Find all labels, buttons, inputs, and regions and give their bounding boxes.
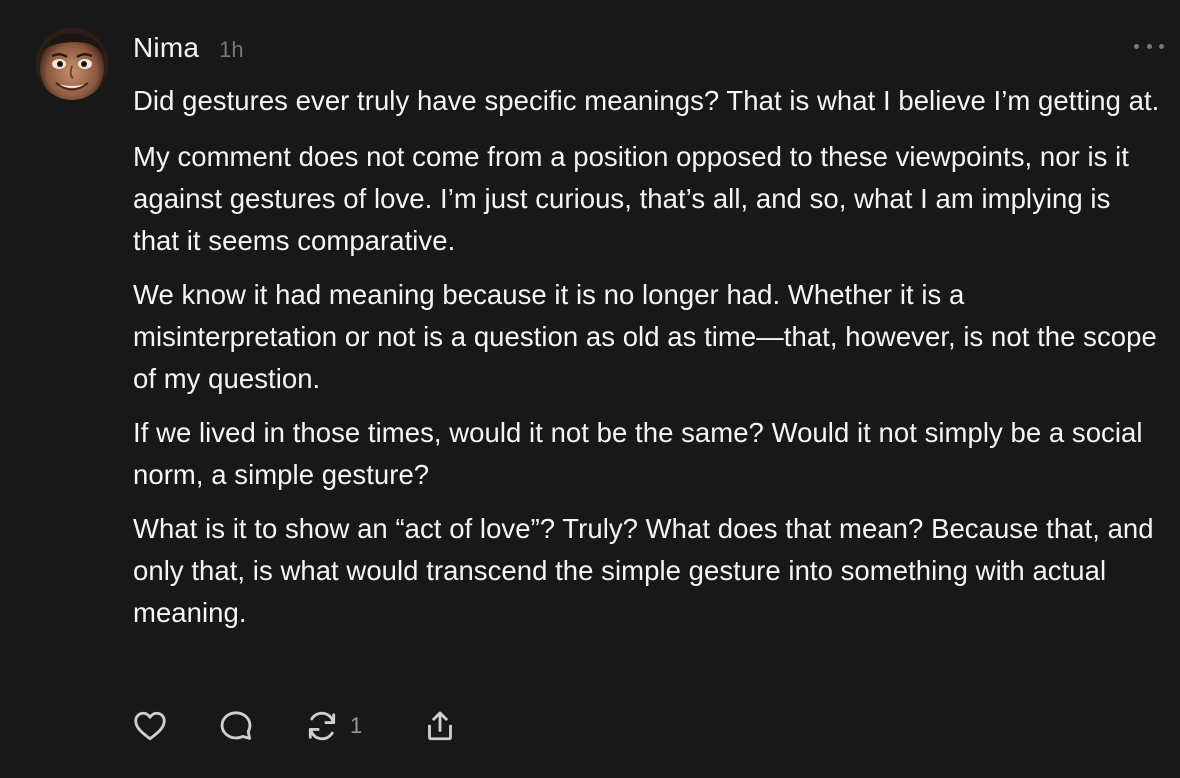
like-button[interactable]: [132, 708, 168, 744]
share-icon: [428, 711, 453, 741]
more-dot: [1134, 43, 1139, 49]
action-bar: 1: [132, 706, 508, 746]
avatar[interactable]: [36, 28, 108, 100]
repost-icon: [308, 711, 336, 741]
repost-button[interactable]: 1: [304, 708, 376, 744]
post-paragraph: Did gestures ever truly have specific me…: [133, 85, 1160, 116]
post-body: Did gestures ever truly have specific me…: [133, 80, 1163, 646]
avatar-image: [36, 28, 108, 100]
more-dot: [1146, 43, 1152, 49]
reply-button[interactable]: [218, 708, 254, 744]
heart-icon: [134, 711, 166, 741]
comment-bubble-icon: [220, 711, 252, 740]
username[interactable]: Nima: [133, 32, 199, 64]
share-button[interactable]: [422, 708, 458, 744]
post-paragraph: We know it had meaning because it is no …: [133, 279, 1157, 394]
post-card: Nima 1h Did gestures ever truly have spe…: [0, 0, 1180, 778]
timestamp[interactable]: 1h: [219, 37, 243, 63]
post-paragraph: What is it to show an “act of love”? Tru…: [133, 513, 1154, 628]
more-options-icon[interactable]: [1134, 36, 1164, 56]
post-paragraph: If we lived in those times, would it not…: [133, 417, 1143, 490]
more-dot: [1159, 43, 1164, 49]
repost-count: 1: [350, 713, 363, 738]
post-paragraph: My comment does not come from a position…: [133, 141, 1129, 256]
post-header: Nima 1h: [133, 32, 244, 68]
